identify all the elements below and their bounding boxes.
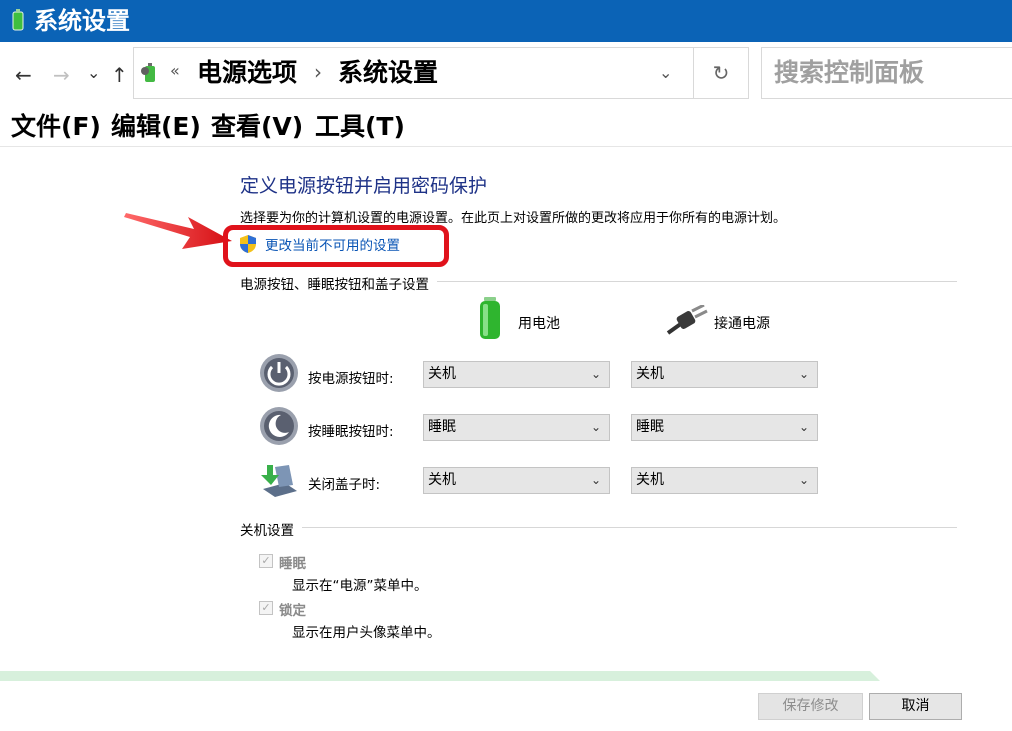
lock-checkbox[interactable]: ✓ [259,601,273,615]
power-buttons-section-title: 电源按钮、睡眠按钮和盖子设置 [240,273,437,293]
sleep-checkbox-label: 睡眠 [279,556,306,572]
lock-checkbox-label: 锁定 [279,603,306,619]
battery-icon [12,9,24,31]
laptop-lid-icon [261,465,297,497]
power-button-icon [260,354,298,392]
chevron-down-icon: ⌄ [798,367,809,381]
up-button[interactable]: ↑ [111,64,128,86]
power-button-battery-select[interactable]: 关机 ⌄ [423,361,610,388]
menu-edit[interactable]: 编辑(E) [111,112,201,142]
lid-close-battery-select[interactable]: 关机 ⌄ [423,467,610,494]
chevron-down-icon: ⌄ [798,473,809,487]
sleep-button-plugged-select[interactable]: 睡眠 ⌄ [631,414,818,441]
section-divider [240,527,957,528]
change-unavailable-settings-link[interactable]: 更改当前不可用的设置 [265,234,400,254]
battery-column-icon [480,297,500,339]
select-value: 睡眠 [636,419,664,435]
sleep-button-battery-select[interactable]: 睡眠 ⌄ [423,414,610,441]
breadcrumb-separator-icon: › [314,60,322,84]
menu-file[interactable]: 文件(F) [11,112,101,142]
title-bar: 系统设置 [0,0,1012,42]
chevron-down-icon: ⌄ [798,420,809,434]
select-value: 关机 [636,472,664,488]
search-input[interactable]: 搜索控制面板 [761,47,1012,99]
plug-column-icon [666,305,708,335]
address-dropdown-icon[interactable]: ⌄ [659,63,672,82]
select-value: 睡眠 [428,419,456,435]
back-button[interactable]: ← [15,64,32,86]
select-value: 关机 [636,366,664,382]
window-title: 系统设置 [34,7,130,35]
select-value: 关机 [428,366,456,382]
lid-close-plugged-select[interactable]: 关机 ⌄ [631,467,818,494]
power-button-plugged-select[interactable]: 关机 ⌄ [631,361,818,388]
chevron-down-icon: ⌄ [590,473,601,487]
menu-tools[interactable]: 工具(T) [315,112,405,142]
chevron-down-icon: ⌄ [590,367,601,381]
footer-divider [0,671,880,681]
battery-column-header: 用电池 [518,316,560,332]
breadcrumb-power-options[interactable]: 电源选项 [197,57,297,89]
breadcrumb-overflow-icon[interactable]: « [170,61,180,80]
select-value: 关机 [428,472,456,488]
page-title: 定义电源按钮并启用密码保护 [240,175,488,197]
sleep-button-icon [260,407,298,445]
menu-bar: 文件(F) 编辑(E) 查看(V) 工具(T) [0,106,1012,147]
lock-checkbox-description: 显示在用户头像菜单中。 [292,625,441,641]
page-description: 选择要为你的计算机设置的电源设置。在此页上对设置所做的更改将应用于你所有的电源计… [240,211,787,226]
forward-button[interactable]: → [53,64,70,86]
main-content: 定义电源按钮并启用密码保护 选择要为你的计算机设置的电源设置。在此页上对设置所做… [0,147,1012,667]
sleep-checkbox-description: 显示在“电源”菜单中。 [292,578,428,594]
power-button-label: 按电源按钮时: [308,371,394,387]
power-options-icon [141,63,155,82]
chevron-down-icon: ⌄ [590,420,601,434]
uac-shield-icon [240,235,256,253]
cancel-button[interactable]: 取消 [869,693,962,720]
lid-close-label: 关闭盖子时: [308,477,381,493]
sleep-button-label: 按睡眠按钮时: [308,424,394,440]
navigation-bar: ← → ⌄ ↑ « 电源选项 › 系统设置 ⌄ ↻ 搜索控制面板 [0,42,1012,106]
shutdown-section-title: 关机设置 [240,519,302,539]
recent-locations-button[interactable]: ⌄ [87,62,100,84]
save-changes-button[interactable]: 保存修改 [758,693,863,720]
sleep-checkbox[interactable]: ✓ [259,554,273,568]
address-bar[interactable]: « 电源选项 › 系统设置 ⌄ [133,47,693,99]
refresh-button[interactable]: ↻ [693,47,749,99]
red-arrow-annotation [124,213,232,249]
breadcrumb-system-settings[interactable]: 系统设置 [338,57,438,89]
menu-view[interactable]: 查看(V) [211,112,303,142]
plugged-in-column-header: 接通电源 [714,316,770,332]
